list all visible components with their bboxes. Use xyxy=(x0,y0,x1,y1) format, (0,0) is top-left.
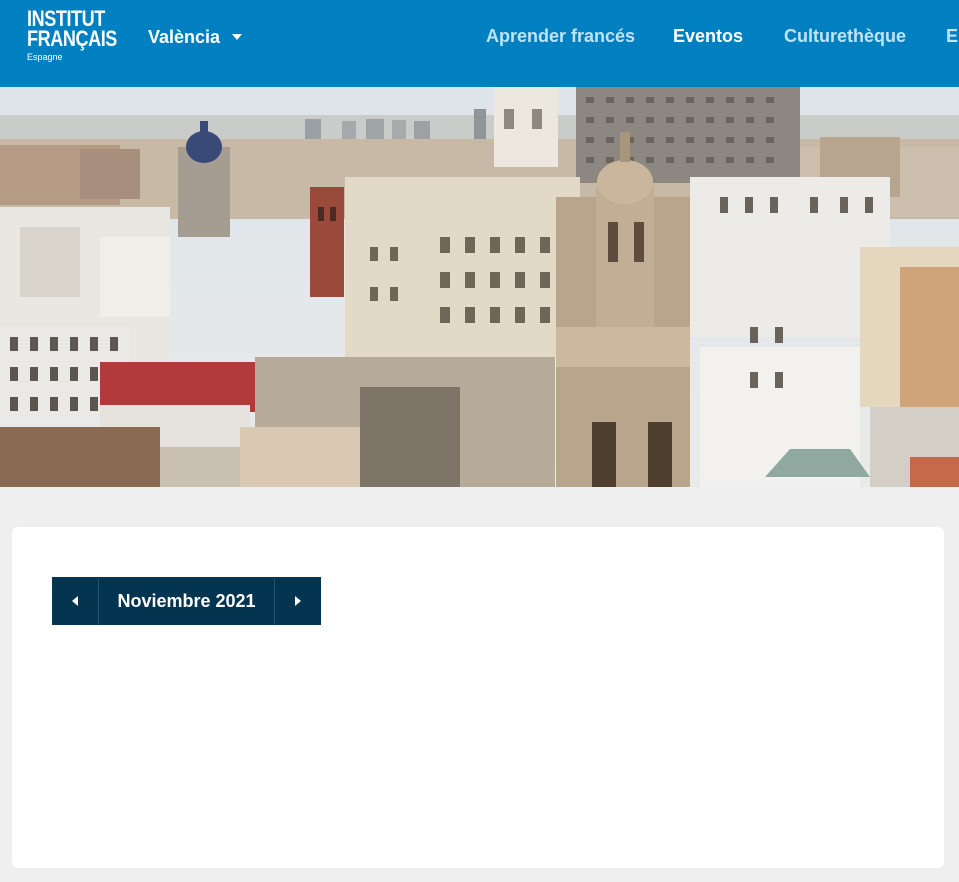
institut-francais-logo[interactable]: INSTITUT FRANÇAIS Espagne xyxy=(27,8,127,69)
site-header: INSTITUT FRANÇAIS Espagne València Apren… xyxy=(0,0,959,87)
previous-month-button[interactable] xyxy=(52,577,99,625)
chevron-down-icon xyxy=(232,34,243,40)
nav-culturetheque[interactable]: Culturethèque xyxy=(784,26,906,48)
nav-item-truncated[interactable]: El xyxy=(946,26,959,48)
logo-line-2: FRANÇAIS xyxy=(27,26,117,51)
city-selector[interactable]: València xyxy=(148,26,243,48)
caret-left-icon xyxy=(72,596,78,606)
logo-subtitle: Espagne xyxy=(27,52,63,62)
month-navigation: Noviembre 2021 xyxy=(52,577,321,625)
calendar-card: Noviembre 2021 xyxy=(12,527,944,868)
hero-banner-image xyxy=(0,87,959,487)
caret-right-icon xyxy=(295,596,301,606)
nav-aprender-frances[interactable]: Aprender francés xyxy=(486,26,635,48)
next-month-button[interactable] xyxy=(274,577,321,625)
nav-eventos[interactable]: Eventos xyxy=(673,26,743,48)
city-selector-label: València xyxy=(148,26,221,47)
current-month-label: Noviembre 2021 xyxy=(117,590,256,611)
city-skyline-image xyxy=(0,87,959,487)
